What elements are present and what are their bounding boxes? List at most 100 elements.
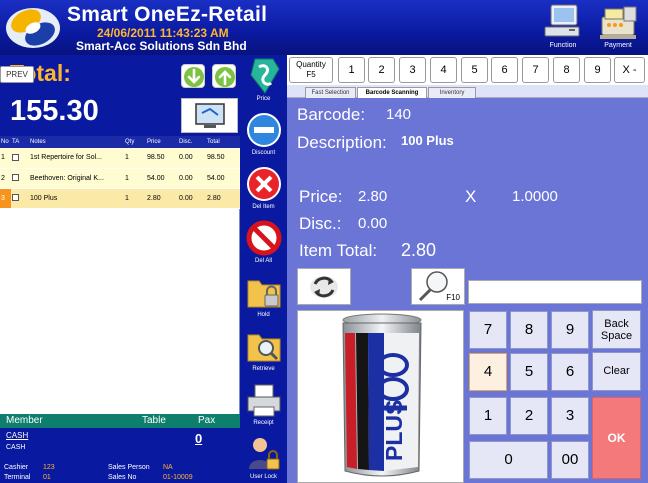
member-label: Member <box>6 415 43 426</box>
qty-key-4[interactable]: 4 <box>430 57 457 83</box>
row-total: 98.50 <box>206 148 240 169</box>
arrow-down-icon <box>184 67 204 87</box>
qty-key-3[interactable]: 3 <box>399 57 426 83</box>
cash-register-icon <box>600 6 637 39</box>
table-row-selected[interactable]: 3 100 Plus 1 2.80 0.00 2.80 <box>0 188 240 209</box>
user-lock-button[interactable]: User Lock <box>240 433 287 483</box>
member-header: Member Table Pax <box>0 414 240 428</box>
ta-checkbox[interactable] <box>12 174 19 182</box>
entry-input[interactable] <box>468 280 642 304</box>
tab-barcode-scanning[interactable]: Barcode Scanning <box>357 87 427 98</box>
ta-checkbox[interactable] <box>12 194 19 202</box>
product-image: PLUS <box>297 310 464 483</box>
numpad-0[interactable]: 0 <box>469 441 548 479</box>
salesperson-label: Sales Person <box>108 464 150 471</box>
row-disc: 0.00 <box>178 188 206 209</box>
salesno-value: 01-10009 <box>163 474 193 481</box>
drink-can-image: PLUS <box>342 313 422 477</box>
terminal-label: Terminal <box>4 474 31 481</box>
receipt-button[interactable]: Receipt <box>240 379 287 434</box>
function-button[interactable]: Function <box>541 3 585 53</box>
quantity-button[interactable]: Quantity F5 <box>289 57 333 83</box>
payment-label: Payment <box>604 42 632 49</box>
row-notes: Beethoven: Original K... <box>29 168 124 189</box>
member-code-link[interactable]: CASH <box>6 431 28 440</box>
multiply-label: X <box>465 187 477 206</box>
numpad-7[interactable]: 7 <box>469 311 507 349</box>
row-no: 1 <box>0 148 11 169</box>
app-logo <box>6 8 60 48</box>
table-label: Table <box>142 415 166 426</box>
numpad-00[interactable]: 00 <box>551 441 589 479</box>
qty-key-2[interactable]: 2 <box>368 57 395 83</box>
quantity-key: F5 <box>306 70 316 79</box>
numpad-4[interactable]: 4 <box>469 353 507 391</box>
customer-display-button[interactable] <box>181 98 238 133</box>
prev-button[interactable]: PREV <box>0 66 34 83</box>
minus-circle-icon <box>246 113 281 147</box>
backspace-button[interactable]: Back Space <box>592 310 641 349</box>
scroll-down-button[interactable] <box>181 64 205 88</box>
ta-cell <box>11 188 29 209</box>
scroll-up-button[interactable] <box>212 64 236 88</box>
numpad-1[interactable]: 1 <box>469 397 507 435</box>
numpad-6[interactable]: 6 <box>551 353 589 391</box>
qty-clear-button[interactable]: X - <box>614 57 645 83</box>
user-lock-label: User Lock <box>249 474 277 480</box>
tab-fast-selection[interactable]: Fast Selection <box>305 87 356 98</box>
refresh-button[interactable] <box>297 268 351 305</box>
ta-checkbox[interactable] <box>12 154 19 162</box>
pax-value[interactable]: 0 <box>195 431 202 446</box>
qty-key-6[interactable]: 6 <box>491 57 518 83</box>
numpad-2[interactable]: 2 <box>510 397 548 435</box>
folder-search-icon <box>247 334 280 362</box>
qty-key-9[interactable]: 9 <box>584 57 611 83</box>
numpad-5[interactable]: 5 <box>510 353 548 391</box>
row-qty: 1 <box>124 188 146 209</box>
row-price: 98.50 <box>146 148 178 169</box>
disc-label: Disc.: <box>299 214 342 233</box>
quantity-bar: Quantity F5 1 2 3 4 5 6 7 8 9 X - <box>287 55 648 85</box>
qty-key-8[interactable]: 8 <box>553 57 580 83</box>
column-header: Notes <box>29 136 124 148</box>
row-notes: 1st Repertoire for Sol... <box>29 148 124 169</box>
receipt-label: Receipt <box>253 420 274 426</box>
folder-lock-icon <box>247 280 280 308</box>
refresh-icon <box>310 276 338 298</box>
price-label: Price: <box>299 187 343 206</box>
hold-button[interactable]: Hold <box>240 271 287 326</box>
table-row[interactable]: 1 1st Repertoire for Sol... 1 98.50 0.00… <box>0 148 240 169</box>
delete-item-label: Del Item <box>252 204 275 210</box>
delete-item-button[interactable]: Del Item <box>240 163 287 218</box>
item-total-value: 2.80 <box>401 240 437 260</box>
discount-label: Discount <box>251 150 276 156</box>
price-value: 2.80 <box>358 188 388 205</box>
numpad-8[interactable]: 8 <box>510 311 548 349</box>
discount-button[interactable]: Discount <box>240 109 287 164</box>
delete-x-icon <box>246 167 281 201</box>
clear-button[interactable]: Clear <box>592 352 641 391</box>
qty-key-1[interactable]: 1 <box>338 57 365 83</box>
qty-key-5[interactable]: 5 <box>461 57 488 83</box>
price-button[interactable]: Price <box>240 55 287 110</box>
tab-bar: Fast Selection Barcode Scanning Inventor… <box>287 85 648 98</box>
svg-text:PLUS: PLUS <box>381 400 407 461</box>
qty-key-7[interactable]: 7 <box>522 57 549 83</box>
app-header: Smart OneEz-Retail 24/06/2011 11:43:23 A… <box>0 0 648 55</box>
table-row[interactable]: 2 Beethoven: Original K... 1 54.00 0.00 … <box>0 168 240 189</box>
ok-button[interactable]: OK <box>592 397 641 479</box>
retrieve-button[interactable]: Retrieve <box>240 325 287 380</box>
payment-button[interactable]: Payment <box>596 3 640 53</box>
search-button[interactable]: F10 <box>411 268 465 305</box>
description-label: Description: <box>297 133 387 152</box>
tab-inventory[interactable]: Inventory <box>428 87 476 98</box>
printer-icon <box>247 384 280 417</box>
column-header: TA <box>11 136 29 148</box>
numpad-9[interactable]: 9 <box>551 311 589 349</box>
delete-all-button[interactable]: Del All <box>240 217 287 272</box>
terminal-value: 01 <box>43 474 51 481</box>
numpad-3[interactable]: 3 <box>551 397 589 435</box>
user-lock-icon <box>248 438 279 470</box>
salesno-label: Sales No <box>108 474 137 481</box>
column-header: Total <box>206 136 240 148</box>
